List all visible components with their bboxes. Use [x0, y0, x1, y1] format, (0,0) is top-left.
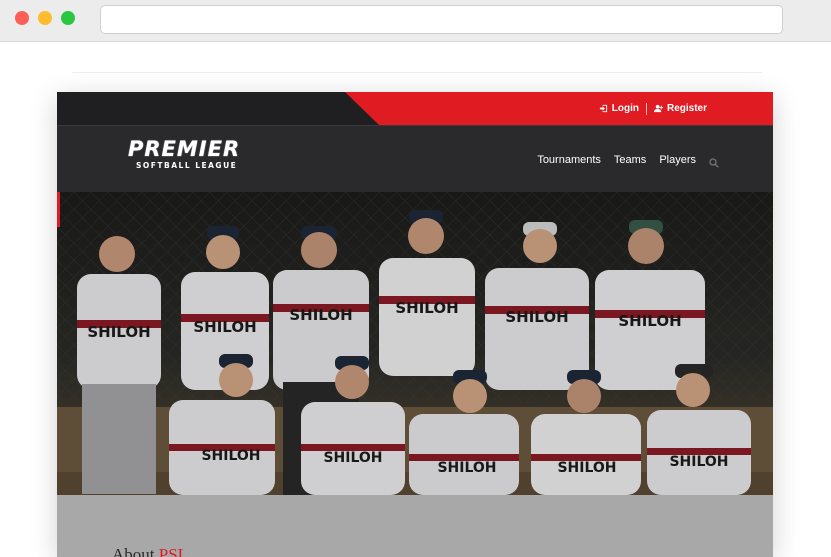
close-window-button[interactable] — [15, 11, 29, 25]
logo-main-text: PREMIER — [128, 137, 241, 161]
about-heading-accent: PSL — [158, 545, 189, 557]
nav-item-players[interactable]: Players — [659, 154, 696, 166]
link-separator — [645, 102, 647, 115]
top-bar: Login Register — [57, 92, 773, 125]
nav-item-tournaments[interactable]: Tournaments — [537, 154, 601, 166]
primary-nav: Tournaments Teams Players — [537, 126, 719, 193]
register-link[interactable]: Register — [653, 103, 707, 114]
nav-item-teams[interactable]: Teams — [614, 154, 646, 166]
premier-logo[interactable]: PREMIER SOFTBALL LEAGUE — [128, 137, 254, 177]
about-heading-prefix: About — [112, 545, 155, 557]
hero-accent-bar — [57, 192, 60, 227]
website-frame: Login Register PREMIER SOFTBALL LEAGUE T… — [57, 92, 773, 557]
logo-sub-text: SOFTBALL LEAGUE — [136, 161, 238, 170]
user-plus-icon — [653, 104, 663, 113]
browser-chrome — [0, 0, 831, 42]
address-bar[interactable] — [100, 5, 783, 34]
top-bar-accent — [345, 92, 773, 125]
about-section: About PSL — [57, 495, 773, 557]
register-label: Register — [666, 103, 707, 114]
divider — [72, 72, 762, 73]
team-photo-illustration: SHILOH SHILOH SHILOH SHILOH SHILOH SHILO… — [57, 192, 773, 495]
about-heading: About PSL — [112, 545, 188, 557]
search-icon[interactable] — [709, 155, 719, 168]
sign-in-icon — [599, 104, 607, 113]
main-navbar: PREMIER SOFTBALL LEAGUE Tournaments Team… — [57, 125, 773, 192]
account-links: Login Register — [599, 92, 707, 125]
hero-team-photo: SHILOH SHILOH SHILOH SHILOH SHILOH SHILO… — [57, 192, 773, 495]
login-link[interactable]: Login — [599, 103, 639, 114]
login-label: Login — [611, 103, 639, 114]
minimize-window-button[interactable] — [38, 11, 52, 25]
maximize-window-button[interactable] — [61, 11, 75, 25]
